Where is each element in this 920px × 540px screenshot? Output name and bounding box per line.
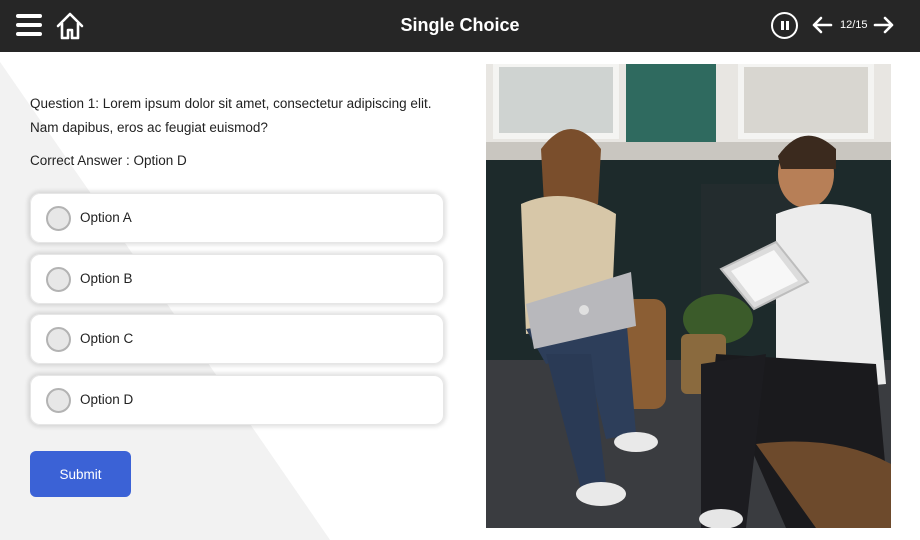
question-counter: 12/15	[840, 19, 868, 31]
top-bar: Single Choice 12/15	[0, 0, 920, 52]
question-text: Question 1: Lorem ipsum dolor sit amet, …	[30, 96, 432, 135]
pause-icon[interactable]	[771, 12, 798, 39]
question-block: Question 1: Lorem ipsum dolor sit amet, …	[30, 92, 450, 168]
option-label: Option D	[80, 391, 134, 407]
option-b[interactable]: Option B	[30, 253, 444, 304]
option-a[interactable]: Option A	[30, 193, 444, 243]
radio-button[interactable]	[46, 206, 71, 231]
arrow-right-icon[interactable]	[873, 15, 895, 35]
option-label: Option A	[80, 210, 132, 225]
correct-answer-text: Correct Answer : Option D	[30, 153, 187, 168]
option-c[interactable]: Option C	[30, 314, 444, 364]
option-label: Option C	[80, 331, 134, 346]
radio-button[interactable]	[46, 266, 71, 292]
radio-button[interactable]	[46, 387, 71, 413]
arrow-left-icon[interactable]	[811, 15, 833, 35]
options-list: Option A Option B Option C Option D	[30, 193, 444, 435]
illustration-photo	[486, 64, 891, 528]
radio-button[interactable]	[46, 327, 71, 352]
submit-button[interactable]: Submit	[30, 451, 131, 497]
option-d[interactable]: Option D	[30, 374, 444, 425]
option-label: Option B	[80, 270, 133, 286]
